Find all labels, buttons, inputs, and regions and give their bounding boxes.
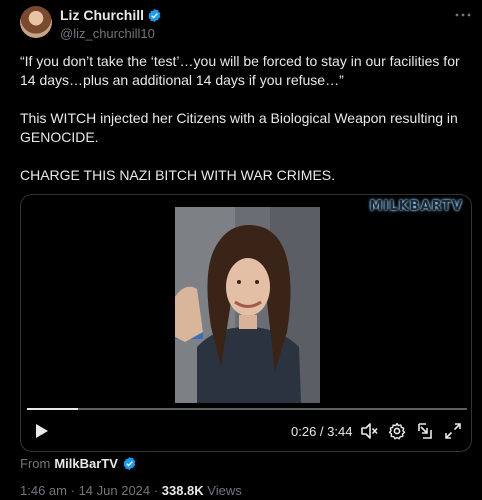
tweet-paragraph: “If you don’t take the ‘test’…you will b… bbox=[20, 53, 460, 88]
more-options-icon[interactable] bbox=[454, 6, 472, 24]
tweet-date[interactable]: 14 Jun 2024 bbox=[79, 483, 151, 498]
play-icon[interactable] bbox=[31, 421, 51, 441]
meta-separator: · bbox=[153, 483, 159, 498]
video-frame[interactable] bbox=[175, 207, 320, 403]
video-controls: 0:26 / 3:44 bbox=[21, 417, 471, 445]
picture-in-picture-icon[interactable] bbox=[415, 421, 435, 441]
tweet-text: “If you don’t take the ‘test’…you will b… bbox=[20, 52, 470, 204]
author-handle[interactable]: @liz_churchill10 bbox=[60, 26, 155, 41]
tweet-paragraph: CHARGE THIS NAZI BITCH WITH WAR CRIMES. bbox=[20, 167, 336, 183]
video-still-image bbox=[175, 207, 320, 403]
video-watermark: MILKBARTV bbox=[369, 199, 463, 214]
tweet-paragraph: This WITCH injected her Citizens with a … bbox=[20, 110, 458, 145]
video-progress-fill bbox=[27, 408, 79, 410]
tweet-header: Liz Churchill @liz_churchill10 bbox=[20, 6, 472, 46]
source-account-link[interactable]: MilkBarTV bbox=[54, 456, 118, 471]
verified-badge-icon bbox=[148, 8, 161, 22]
fullscreen-icon[interactable] bbox=[443, 421, 463, 441]
author-name-row: Liz Churchill bbox=[60, 7, 162, 23]
source-prefix: From bbox=[20, 456, 51, 471]
views-count: 338.8K bbox=[161, 483, 204, 498]
views-label: Views bbox=[207, 483, 242, 498]
meta-separator: · bbox=[70, 483, 75, 498]
video-progress-bar[interactable] bbox=[27, 408, 467, 410]
video-player[interactable]: MILKBARTV 0:26 / 3:44 bbox=[20, 194, 472, 452]
tweet-meta: 1:46 am · 14 Jun 2024 · 338.8K Views bbox=[20, 483, 242, 498]
settings-gear-icon[interactable] bbox=[387, 421, 407, 441]
verified-badge-icon bbox=[123, 456, 136, 471]
avatar[interactable] bbox=[20, 6, 52, 38]
tweet-time[interactable]: 1:46 am bbox=[20, 483, 67, 498]
mute-icon[interactable] bbox=[359, 421, 379, 441]
author-name[interactable]: Liz Churchill bbox=[60, 7, 144, 23]
video-source: From MilkBarTV bbox=[20, 456, 137, 471]
video-time: 0:26 / 3:44 bbox=[291, 424, 353, 439]
